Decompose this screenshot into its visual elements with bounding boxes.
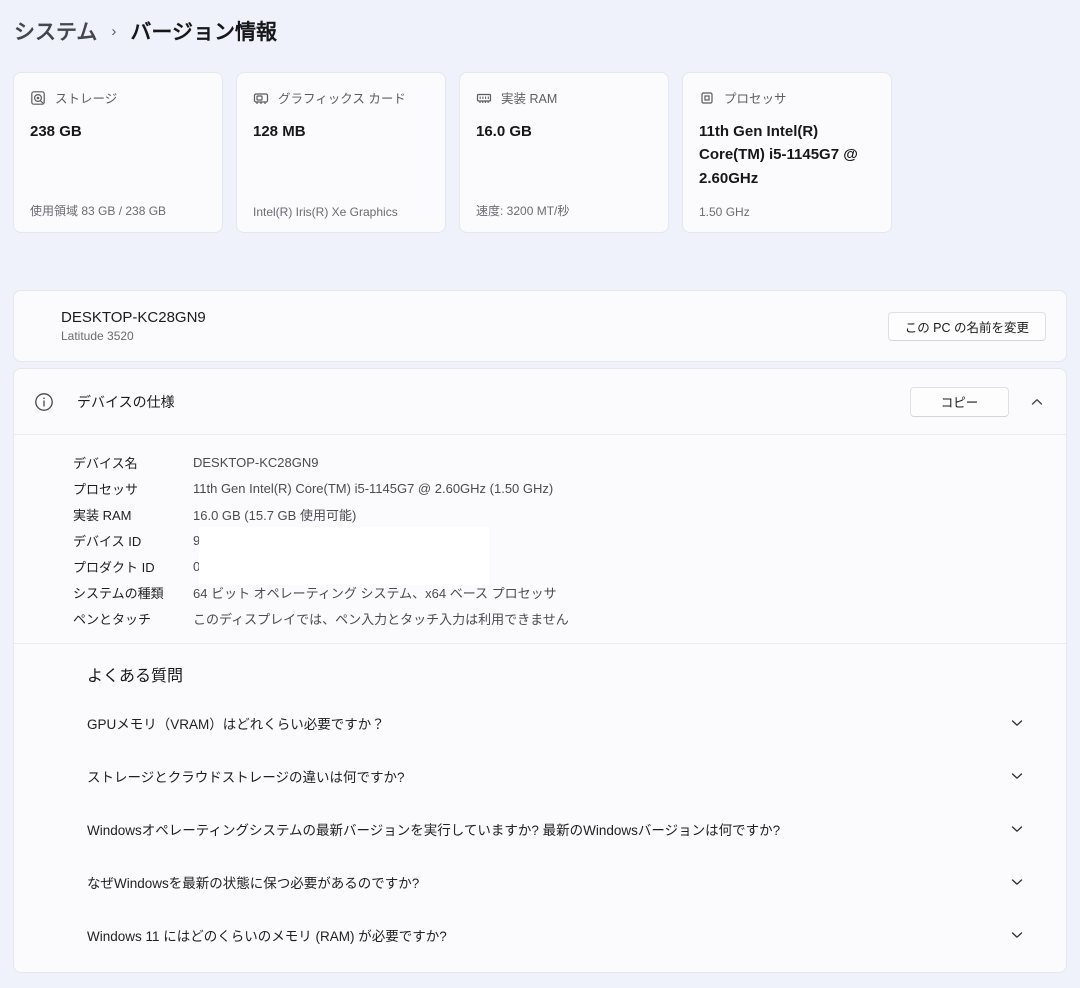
faq-item-latest-version[interactable]: Windowsオペレーティングシステムの最新バージョンを実行していますか? 最新… bbox=[14, 802, 1066, 855]
device-specs-title: デバイスの仕様 bbox=[77, 392, 175, 412]
ram-icon bbox=[476, 90, 492, 106]
storage-card: ストレージ 238 GB 使用領域 83 GB / 238 GB bbox=[13, 72, 223, 233]
storage-card-value: 238 GB bbox=[30, 120, 206, 143]
storage-card-caption: 使用領域 83 GB / 238 GB bbox=[30, 202, 206, 219]
faq-title: よくある質問 bbox=[14, 662, 1066, 686]
chevron-down-icon[interactable] bbox=[1010, 875, 1024, 889]
spec-row-processor: プロセッサ 11th Gen Intel(R) Core(TM) i5-1145… bbox=[73, 475, 1066, 501]
device-specs-list: デバイス名 DESKTOP-KC28GN9 プロセッサ 11th Gen Int… bbox=[14, 435, 1066, 643]
device-specs-expander: デバイスの仕様 コピー デバイス名 DESKTOP-KC28GN9 プロセッサ … bbox=[13, 368, 1067, 973]
graphics-card-caption: Intel(R) Iris(R) Xe Graphics bbox=[253, 205, 429, 219]
processor-icon bbox=[699, 90, 715, 106]
faq-question: Windowsオペレーティングシステムの最新バージョンを実行していますか? 最新… bbox=[87, 819, 780, 839]
chevron-down-icon[interactable] bbox=[1010, 822, 1024, 836]
page-title: バージョン情報 bbox=[130, 16, 277, 46]
spec-value: このディスプレイでは、ペン入力とタッチ入力は利用できません bbox=[193, 609, 569, 628]
summary-cards-row: ストレージ 238 GB 使用領域 83 GB / 238 GB グラフィックス… bbox=[13, 72, 892, 233]
spec-label: 実装 RAM bbox=[73, 505, 193, 524]
chevron-down-icon[interactable] bbox=[1010, 769, 1024, 783]
spec-row-pen-touch: ペンとタッチ このディスプレイでは、ペン入力とタッチ入力は利用できません bbox=[73, 605, 1066, 631]
storage-icon bbox=[30, 90, 46, 106]
ram-card: 実装 RAM 16.0 GB 速度: 3200 MT/秒 bbox=[459, 72, 669, 233]
spec-value: 11th Gen Intel(R) Core(TM) i5-1145G7 @ 2… bbox=[193, 481, 553, 496]
device-model: Latitude 3520 bbox=[61, 329, 206, 343]
chevron-up-icon[interactable] bbox=[1030, 395, 1044, 409]
ram-card-label: 実装 RAM bbox=[501, 88, 557, 107]
spec-row-system-type: システムの種類 64 ビット オペレーティング システム、x64 ベース プロセ… bbox=[73, 579, 1066, 605]
breadcrumb-system[interactable]: システム bbox=[14, 16, 97, 46]
device-identity: DESKTOP-KC28GN9 Latitude 3520 bbox=[61, 309, 206, 343]
graphics-card-label: グラフィックス カード bbox=[278, 88, 406, 107]
device-name: DESKTOP-KC28GN9 bbox=[61, 309, 206, 326]
chevron-down-icon[interactable] bbox=[1010, 928, 1024, 942]
faq-section: よくある質問 GPUメモリ（VRAM）はどれくらい必要ですか？ ストレージとクラ… bbox=[14, 644, 1066, 961]
graphics-card: グラフィックス カード 128 MB Intel(R) Iris(R) Xe G… bbox=[236, 72, 446, 233]
copy-button[interactable]: コピー bbox=[910, 387, 1009, 417]
spec-value: DESKTOP-KC28GN9 bbox=[193, 455, 318, 470]
breadcrumb-separator-icon: › bbox=[111, 23, 116, 40]
spec-value: 16.0 GB (15.7 GB 使用可能) bbox=[193, 505, 356, 524]
spec-label: デバイス名 bbox=[73, 453, 193, 472]
chevron-down-icon[interactable] bbox=[1010, 716, 1024, 730]
faq-item-vram[interactable]: GPUメモリ（VRAM）はどれくらい必要ですか？ bbox=[14, 696, 1066, 749]
spec-row-product-id: プロダクト ID 0 bbox=[73, 553, 1066, 579]
spec-row-device-name: デバイス名 DESKTOP-KC28GN9 bbox=[73, 449, 1066, 475]
faq-question: なぜWindowsを最新の状態に保つ必要があるのですか? bbox=[87, 872, 419, 892]
faq-item-keep-updated[interactable]: なぜWindowsを最新の状態に保つ必要があるのですか? bbox=[14, 855, 1066, 908]
breadcrumb: システム › バージョン情報 bbox=[14, 16, 277, 46]
rename-pc-button[interactable]: この PC の名前を変更 bbox=[888, 312, 1046, 341]
spec-label: プロダクト ID bbox=[73, 557, 193, 576]
device-specs-header[interactable]: デバイスの仕様 コピー bbox=[14, 369, 1066, 434]
faq-question: GPUメモリ（VRAM）はどれくらい必要ですか？ bbox=[87, 713, 385, 733]
spec-row-ram: 実装 RAM 16.0 GB (15.7 GB 使用可能) bbox=[73, 501, 1066, 527]
graphics-card-value: 128 MB bbox=[253, 120, 429, 143]
processor-card-caption: 1.50 GHz bbox=[699, 205, 875, 219]
spec-value: 64 ビット オペレーティング システム、x64 ベース プロセッサ bbox=[193, 583, 557, 602]
spec-label: プロセッサ bbox=[73, 479, 193, 498]
settings-about-page: システム › バージョン情報 ストレージ 238 GB 使用領域 83 GB /… bbox=[0, 0, 1080, 988]
faq-item-ram-requirement[interactable]: Windows 11 にはどのくらいのメモリ (RAM) が必要ですか? bbox=[14, 908, 1066, 961]
faq-question: ストレージとクラウドストレージの違いは何ですか? bbox=[87, 766, 404, 786]
faq-item-storage-vs-cloud[interactable]: ストレージとクラウドストレージの違いは何ですか? bbox=[14, 749, 1066, 802]
spec-value-redacted: 0 bbox=[193, 559, 200, 574]
faq-question: Windows 11 にはどのくらいのメモリ (RAM) が必要ですか? bbox=[87, 925, 447, 945]
device-name-card: DESKTOP-KC28GN9 Latitude 3520 この PC の名前を… bbox=[13, 290, 1067, 362]
spec-label: システムの種類 bbox=[73, 583, 193, 602]
ram-card-value: 16.0 GB bbox=[476, 120, 652, 143]
processor-card-value: 11th Gen Intel(R) Core(TM) i5-1145G7 @ 2… bbox=[699, 120, 875, 190]
processor-card-label: プロセッサ bbox=[724, 88, 787, 107]
processor-card: プロセッサ 11th Gen Intel(R) Core(TM) i5-1145… bbox=[682, 72, 892, 233]
graphics-icon bbox=[253, 90, 269, 106]
storage-card-label: ストレージ bbox=[55, 88, 117, 107]
spec-row-device-id: デバイス ID 9 bbox=[73, 527, 1066, 553]
spec-label: デバイス ID bbox=[73, 531, 193, 550]
spec-value-redacted: 9 bbox=[193, 533, 200, 548]
spec-label: ペンとタッチ bbox=[73, 609, 193, 628]
ram-card-caption: 速度: 3200 MT/秒 bbox=[476, 202, 652, 219]
info-icon bbox=[34, 392, 54, 412]
